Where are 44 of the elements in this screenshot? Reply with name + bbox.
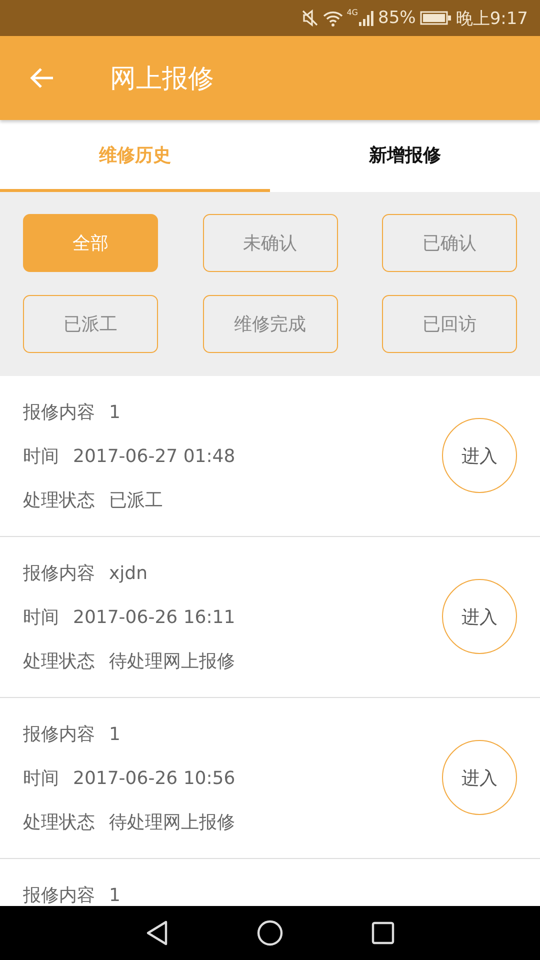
filter-button[interactable]: 未确认	[202, 214, 338, 272]
content-label: 报修内容	[23, 562, 95, 586]
filter-button[interactable]: 已派工	[23, 295, 158, 353]
content-value: xjdn	[109, 562, 148, 586]
back-nav-button[interactable]	[145, 920, 169, 946]
content-value: 1	[109, 723, 120, 747]
enter-button[interactable]: 进入	[442, 418, 517, 493]
content-label: 报修内容	[23, 884, 95, 906]
content-label: 报修内容	[23, 401, 95, 425]
battery-percent: 85%	[378, 8, 416, 28]
time-label: 时间	[23, 445, 59, 469]
content-value: 1	[109, 884, 120, 906]
status-label: 处理状态	[23, 811, 95, 835]
time-value: 2017-06-26 10:56	[73, 767, 236, 791]
status-value: 待处理网上报修	[109, 650, 235, 674]
content-value: 1	[109, 401, 120, 425]
time-label: 时间	[23, 767, 59, 791]
square-recents-icon	[371, 921, 395, 945]
filter-button[interactable]: 已回访	[382, 295, 517, 353]
status-label: 处理状态	[23, 650, 95, 674]
status-label: 处理状态	[23, 489, 95, 513]
network-label: 4G	[346, 8, 358, 17]
home-nav-button[interactable]	[257, 920, 283, 946]
enter-button[interactable]: 进入	[442, 579, 517, 654]
filter-button[interactable]: 全部	[23, 214, 158, 272]
triangle-back-icon	[145, 920, 169, 946]
enter-button[interactable]: 进入	[442, 740, 517, 815]
time-value: 2017-06-26 16:11	[73, 606, 236, 630]
battery-icon	[420, 10, 452, 26]
filter-button[interactable]: 维修完成	[202, 295, 338, 353]
clock-time: 晚上9:17	[456, 8, 528, 30]
wifi-icon	[322, 9, 343, 27]
content-label: 报修内容	[23, 723, 95, 747]
page-title: 网上报修	[110, 62, 214, 96]
signal-icon	[358, 9, 374, 27]
time-value: 2017-06-27 01:48	[73, 445, 236, 469]
back-arrow-icon	[29, 67, 55, 89]
circle-home-icon	[257, 920, 283, 946]
time-label: 时间	[23, 606, 59, 630]
mute-icon	[300, 9, 319, 27]
status-value: 待处理网上报修	[109, 811, 235, 835]
recents-nav-button[interactable]	[371, 921, 395, 945]
filter-button[interactable]: 已确认	[382, 214, 517, 272]
status-value: 已派工	[109, 489, 163, 513]
